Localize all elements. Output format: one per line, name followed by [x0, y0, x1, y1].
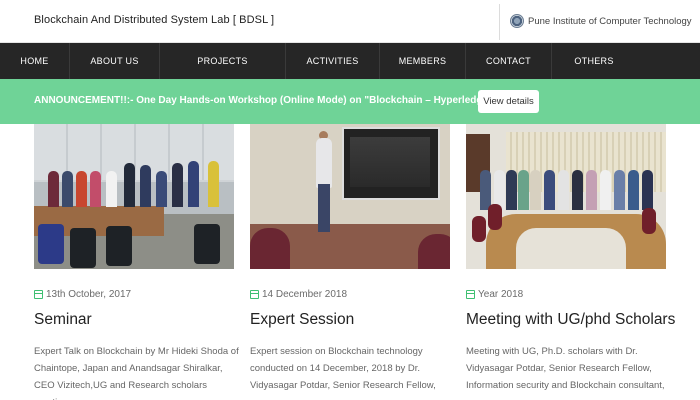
card-title[interactable]: Expert Session	[250, 311, 354, 329]
activity-card-meeting: Year 2018 Meeting with UG/phd Scholars M…	[466, 124, 675, 391]
nav-item-home[interactable]: HOME	[0, 43, 70, 79]
expert-session-photo[interactable]	[250, 124, 450, 269]
card-description: Expert session on Blockchain technology …	[250, 346, 436, 391]
header-divider	[499, 4, 500, 40]
main-navigation: HOME ABOUT US PROJECTS ACTIVITIES MEMBER…	[0, 43, 700, 79]
card-date: 14 December 2018	[250, 289, 347, 300]
calendar-icon	[34, 290, 43, 299]
card-date-text: 14 December 2018	[262, 289, 348, 300]
nav-item-contact[interactable]: CONTACT	[466, 43, 552, 79]
announcement-text: ANNOUNCEMENT!!:- One Day Hands-on Worksh…	[34, 95, 530, 106]
nav-item-about-us[interactable]: ABOUT US	[70, 43, 160, 79]
card-title[interactable]: Seminar	[34, 311, 92, 329]
institute-brand[interactable]: Pune Institute of Computer Technology	[510, 14, 692, 28]
calendar-icon	[250, 290, 259, 299]
institute-name: Pune Institute of Computer Technology	[528, 15, 692, 27]
announcement-bar: ANNOUNCEMENT!!:- One Day Hands-on Worksh…	[0, 79, 700, 124]
site-title[interactable]: Blockchain And Distributed System Lab [ …	[34, 14, 274, 26]
nav-item-members[interactable]: MEMBERS	[380, 43, 466, 79]
meeting-photo[interactable]	[466, 124, 666, 269]
card-date-text: Year 2018	[478, 289, 524, 300]
card-date-text: 13th October, 2017	[46, 289, 132, 300]
card-date: Year 2018	[466, 289, 523, 300]
activity-card-expert-session: 14 December 2018 Expert Session Expert s…	[250, 124, 450, 391]
card-description: Expert Talk on Blockchain by Mr Hideki S…	[34, 346, 239, 400]
nav-item-activities[interactable]: ACTIVITIES	[286, 43, 380, 79]
view-details-button[interactable]: View details	[478, 90, 539, 113]
card-date: 13th October, 2017	[34, 289, 131, 300]
seminar-photo[interactable]	[34, 124, 234, 269]
nav-item-projects[interactable]: PROJECTS	[160, 43, 286, 79]
activity-card-seminar: 13th October, 2017 Seminar Expert Talk o…	[34, 124, 239, 400]
institute-logo-icon	[510, 14, 524, 28]
card-title[interactable]: Meeting with UG/phd Scholars	[466, 311, 675, 329]
calendar-icon	[466, 290, 475, 299]
top-header: Blockchain And Distributed System Lab [ …	[0, 0, 700, 43]
nav-item-others[interactable]: OTHERS	[552, 43, 636, 79]
card-description: Meeting with UG, Ph.D. scholars with Dr.…	[466, 346, 665, 391]
